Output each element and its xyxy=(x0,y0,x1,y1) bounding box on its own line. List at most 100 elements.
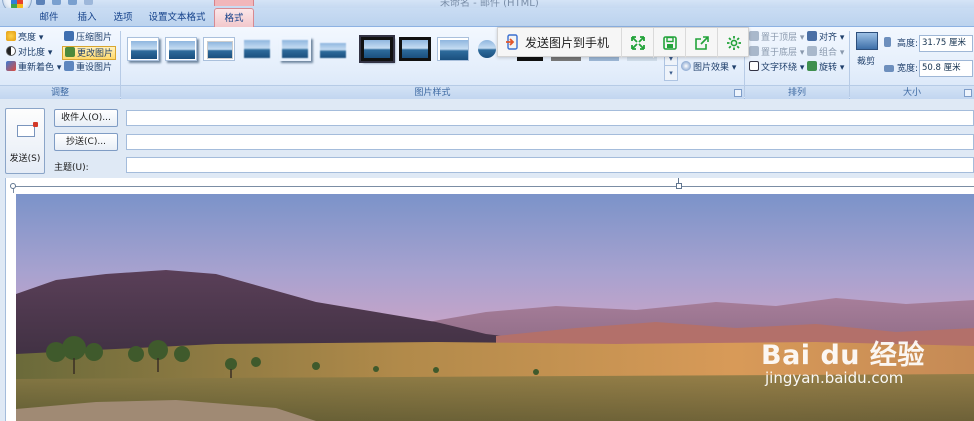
height-label: 高度: xyxy=(897,39,919,49)
save-icon[interactable] xyxy=(36,0,45,5)
compress-pictures-button[interactable]: 压缩图片 xyxy=(64,31,112,45)
save-button[interactable] xyxy=(653,28,685,58)
reset-picture-icon xyxy=(64,61,74,71)
compress-label: 压缩图片 xyxy=(76,33,113,43)
rotate-button[interactable]: 旋转 ▾ xyxy=(807,61,844,75)
brightness-icon xyxy=(6,31,16,41)
send-back-icon xyxy=(749,46,759,56)
contrast-button[interactable]: 对比度 ▾ xyxy=(6,46,52,60)
tab-format-text[interactable]: 设置文本格式 xyxy=(146,8,208,27)
picture-effects-icon xyxy=(681,61,691,71)
send-button[interactable]: 发送(S) xyxy=(5,108,45,174)
text-wrap-button[interactable]: 文字环绕 ▾ xyxy=(749,61,804,75)
style-thumbnail-7[interactable] xyxy=(359,35,395,63)
subject-label: 主题(U): xyxy=(54,163,89,173)
width-input[interactable]: 50.8 厘米 xyxy=(919,60,973,77)
crop-icon xyxy=(856,32,878,50)
phone-send-icon xyxy=(506,31,520,50)
text-wrap-icon xyxy=(749,61,759,71)
style-thumbnail-9[interactable] xyxy=(437,37,469,61)
group-icon xyxy=(807,46,817,56)
gallery-more-icon[interactable]: ▾ xyxy=(665,66,677,81)
reset-picture-label: 重设图片 xyxy=(76,63,113,73)
style-thumbnail-3[interactable] xyxy=(203,37,235,61)
quick-access-toolbar xyxy=(34,0,114,7)
landscape-photo[interactable]: Bai du 经验 jingyan.baidu.com xyxy=(16,194,974,421)
arrange-group-label: 排列 xyxy=(745,85,849,99)
bring-to-front-button[interactable]: 置于顶层 ▾ xyxy=(749,31,804,45)
cc-button[interactable]: 抄送(C)... xyxy=(54,133,118,151)
align-button[interactable]: 对齐 ▾ xyxy=(807,31,844,45)
size-launcher-icon[interactable] xyxy=(964,89,972,97)
send-to-phone-toolbar: 发送图片到手机 xyxy=(497,27,749,58)
send-button-label: 发送(S) xyxy=(9,154,41,164)
recolor-icon xyxy=(6,61,16,71)
redo-icon[interactable] xyxy=(68,0,77,5)
to-button[interactable]: 收件人(O)... xyxy=(54,109,118,127)
align-icon xyxy=(807,31,817,41)
message-body[interactable]: Bai du 经验 jingyan.baidu.com xyxy=(5,178,974,421)
fullscreen-icon xyxy=(631,36,645,50)
align-label: 对齐 xyxy=(819,33,838,43)
size-group-label: 大小 xyxy=(850,85,974,99)
fullscreen-button[interactable] xyxy=(621,28,653,58)
bring-front-icon xyxy=(749,31,759,41)
subject-field[interactable] xyxy=(126,157,974,173)
tab-options[interactable]: 选项 xyxy=(108,8,138,27)
ribbon-tabs: 邮件 插入 选项 设置文本格式 格式 xyxy=(0,8,974,27)
ribbon: 亮度 ▾ 对比度 ▾ 重新着色 ▾ 压缩图片 更改图片 重设图片 调整 ▲ ▼ … xyxy=(0,27,974,99)
style-thumbnail-2[interactable] xyxy=(165,37,197,61)
picture-styles-group-label: 图片样式 xyxy=(121,85,744,99)
send-back-label: 置于底层 xyxy=(761,48,798,58)
settings-icon xyxy=(727,36,741,50)
brightness-label: 亮度 xyxy=(18,33,37,43)
style-thumbnail-6[interactable] xyxy=(317,37,349,61)
tab-format[interactable]: 格式 xyxy=(214,8,254,27)
style-thumbnail-8[interactable] xyxy=(399,37,431,61)
group-label: 组合 xyxy=(819,48,838,58)
watermark-url: jingyan.baidu.com xyxy=(765,369,904,387)
style-thumbnail-4[interactable] xyxy=(241,37,273,61)
watermark-brand: Bai du 经验 xyxy=(761,340,925,371)
share-button[interactable] xyxy=(685,28,717,58)
size-group: 裁剪 高度: 31.75 厘米 宽度: 50.8 厘米 大小 xyxy=(850,29,974,99)
tab-mail[interactable]: 邮件 xyxy=(34,8,64,27)
picture-tools-context-header xyxy=(214,0,254,6)
crop-button[interactable]: 裁剪 xyxy=(857,55,875,69)
cc-field[interactable] xyxy=(126,134,974,150)
send-mail-icon xyxy=(17,122,38,137)
resize-handle-top-left[interactable] xyxy=(10,183,16,189)
undo-icon[interactable] xyxy=(52,0,61,5)
settings-button[interactable] xyxy=(717,28,749,58)
height-input[interactable]: 31.75 厘米 xyxy=(919,35,973,52)
style-thumbnail-10[interactable] xyxy=(475,37,497,61)
recolor-button[interactable]: 重新着色 ▾ xyxy=(6,61,61,75)
group-button[interactable]: 组合 ▾ xyxy=(807,46,844,60)
style-thumbnail-5[interactable] xyxy=(279,37,311,61)
compress-icon xyxy=(64,31,74,41)
brightness-button[interactable]: 亮度 ▾ xyxy=(6,31,43,45)
style-thumbnail-1[interactable] xyxy=(127,37,159,61)
recolor-label: 重新着色 xyxy=(18,63,55,73)
height-icon xyxy=(884,37,893,51)
rotate-icon xyxy=(807,61,817,71)
contrast-icon xyxy=(6,46,16,56)
save-icon xyxy=(663,36,677,50)
tab-insert[interactable]: 插入 xyxy=(72,8,102,27)
picture-styles-launcher-icon[interactable] xyxy=(734,89,742,97)
change-picture-button[interactable]: 更改图片 xyxy=(62,46,117,60)
title-bar: 未命名 - 邮件 (HTML) xyxy=(0,0,974,14)
reset-picture-button[interactable]: 重设图片 xyxy=(64,61,112,75)
baidu-watermark: Bai du 经验 jingyan.baidu.com xyxy=(761,333,961,393)
qat-customize-icon[interactable] xyxy=(84,0,93,5)
adjust-group: 亮度 ▾ 对比度 ▾ 重新着色 ▾ 压缩图片 更改图片 重设图片 调整 xyxy=(0,29,120,99)
width-label: 宽度: xyxy=(897,64,919,74)
resize-handle-top[interactable] xyxy=(676,183,682,189)
adjust-group-label: 调整 xyxy=(0,85,120,99)
to-field[interactable] xyxy=(126,110,974,126)
picture-effects-button[interactable]: 图片效果 ▾ xyxy=(681,61,736,75)
picture-effects-label: 图片效果 xyxy=(693,63,730,73)
send-to-back-button[interactable]: 置于底层 ▾ xyxy=(749,46,804,60)
change-picture-icon xyxy=(65,47,75,57)
send-to-phone-button[interactable]: 发送图片到手机 xyxy=(506,28,609,58)
